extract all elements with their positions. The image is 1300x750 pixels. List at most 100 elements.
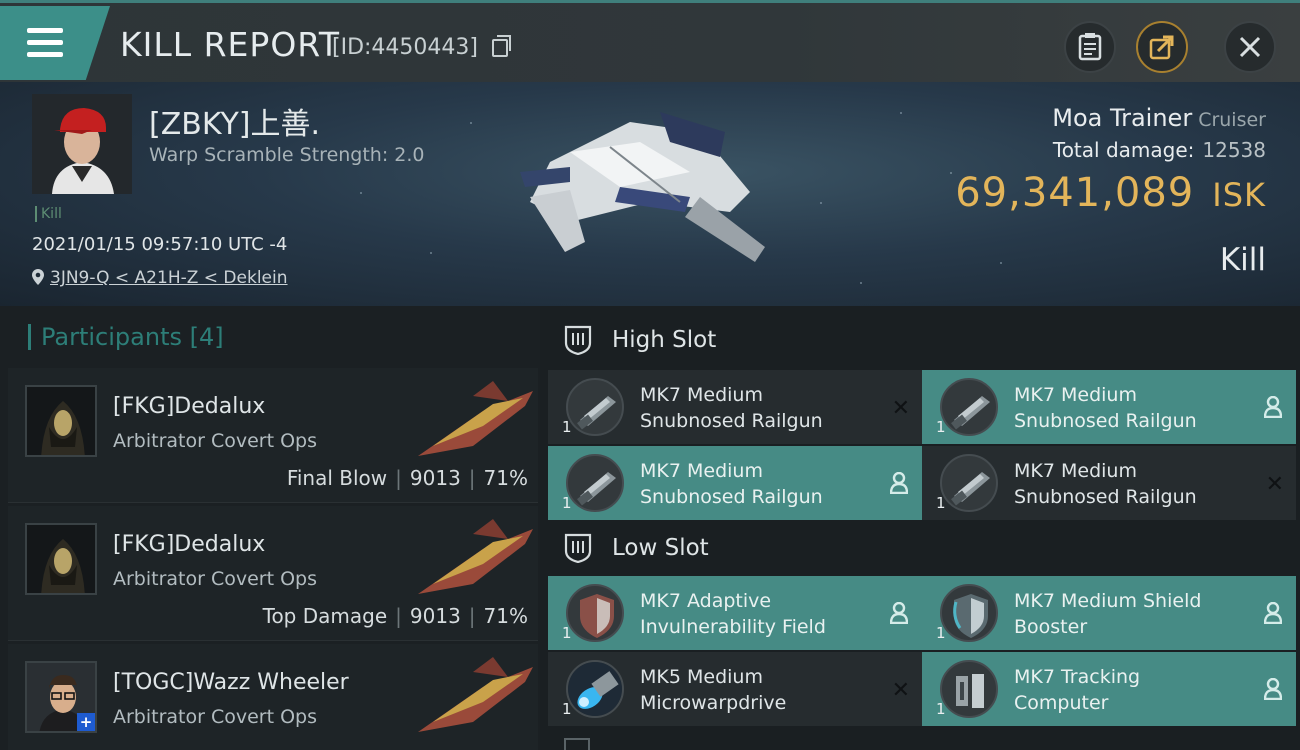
participant-ship: Arbitrator Covert Ops (113, 430, 318, 452)
victim-avatar[interactable] (32, 94, 132, 194)
total-damage-value: 12538 (1202, 138, 1266, 162)
participant-damage: 9013 (409, 604, 461, 628)
isk-unit: ISK (1212, 176, 1266, 214)
participant-ship: Arbitrator Covert Ops (113, 706, 318, 728)
participant-damage: 9013 (409, 466, 461, 490)
module-slot[interactable]: 1 MK5 Medium Microwarpdrive ✕ (548, 652, 922, 726)
location-pin-icon (32, 269, 44, 285)
microwarpdrive-icon (566, 660, 624, 718)
top-bar: KILL REPORT [ID:4450443] (0, 0, 1300, 82)
participant-name: [TOGC]Wazz Wheeler (113, 670, 349, 695)
participant-role: Final Blow (286, 466, 388, 490)
fitting-panel: High Slot 1 MK7 Medium Snubnosed Railgun … (540, 306, 1300, 750)
participant-name: [FKG]Dedalux (113, 394, 266, 419)
module-slot[interactable]: 1 MK7 Medium Snubnosed Railgun (922, 370, 1296, 444)
participant-ship-image (418, 519, 533, 594)
close-button[interactable] (1224, 21, 1276, 73)
participant-avatar: + (25, 661, 97, 733)
module-name-line1: MK7 Adaptive (640, 590, 772, 612)
module-name: MK7 Medium Shield Booster (1014, 588, 1254, 640)
high-slot-icon (564, 325, 592, 355)
participant-row[interactable]: [FKG]Dedalux Arbitrator Covert Ops Top D… (8, 506, 538, 641)
module-name-line2: Computer (1014, 692, 1109, 714)
module-name: MK7 Medium Snubnosed Railgun (1014, 382, 1254, 434)
participant-ship: Arbitrator Covert Ops (113, 568, 318, 590)
isk-value: 69,341,089 ISK (955, 170, 1266, 216)
railgun-icon (566, 378, 624, 436)
participant-stats: Top Damage | 9013 | 71% (262, 604, 528, 628)
module-name-line1: MK7 Medium (1014, 384, 1137, 406)
module-slot[interactable]: 1 MK7 Tracking Computer (922, 652, 1296, 726)
module-quantity: 1 (936, 494, 946, 512)
participant-row[interactable]: + [TOGC]Wazz Wheeler Arbitrator Covert O… (8, 644, 538, 750)
kill-datetime: 2021/01/15 09:57:10 UTC -4 (32, 234, 288, 255)
module-name: MK7 Medium Snubnosed Railgun (1014, 458, 1254, 510)
participant-avatar (25, 523, 97, 595)
kill-result: Kill (1219, 242, 1266, 278)
module-slot[interactable]: 1 MK7 Medium Snubnosed Railgun ✕ (548, 370, 922, 444)
participant-avatar (25, 385, 97, 457)
dropped-person-icon (1264, 678, 1282, 700)
total-damage: Total damage: 12538 (1053, 138, 1266, 162)
module-name: MK7 Adaptive Invulnerability Field (640, 588, 880, 640)
module-quantity: 1 (936, 418, 946, 436)
module-slot[interactable]: 1 MK7 Medium Shield Booster (922, 576, 1296, 650)
share-button[interactable] (1136, 21, 1188, 73)
participant-role: Top Damage (262, 604, 388, 628)
module-name-line1: MK7 Medium (640, 384, 763, 406)
destroyed-icon: ✕ (1265, 472, 1284, 497)
module-quantity: 1 (562, 494, 572, 512)
module-name: MK7 Medium Snubnosed Railgun (640, 382, 880, 434)
page-title: KILL REPORT (120, 25, 340, 64)
participant-ship-image (418, 657, 533, 732)
location-link[interactable]: 3JN9-Q < A21H-Z < Deklein (50, 268, 288, 288)
menu-button[interactable] (0, 6, 110, 80)
ship-class: Cruiser (1198, 109, 1266, 131)
module-slot[interactable]: 1 MK7 Medium Snubnosed Railgun (548, 446, 922, 520)
high-slot-title: High Slot (612, 327, 717, 353)
module-name-line2: Booster (1014, 616, 1088, 638)
victim-name[interactable]: [ZBKY]上善. (149, 99, 320, 143)
participant-percent: 71% (483, 466, 528, 490)
copy-icon[interactable] (492, 35, 511, 57)
participant-ship-image (418, 381, 533, 456)
destroyed-icon: ✕ (891, 396, 910, 421)
module-name-line2: Snubnosed Railgun (1014, 410, 1197, 432)
module-quantity: 1 (562, 418, 572, 436)
kill-report-screen: KILL REPORT [ID:4450443] [ZBKY]上善. Warp … (0, 0, 1300, 750)
module-quantity: 1 (936, 624, 946, 642)
victim-ship-name[interactable]: Moa Trainer Cruiser (1052, 104, 1266, 132)
participant-stats: Final Blow | 9013 | 71% (286, 466, 528, 490)
low-slot-header: Low Slot (548, 518, 1300, 578)
report-button[interactable] (1064, 21, 1116, 73)
victim-header: [ZBKY]上善. Warp Scramble Strength: 2.0 Ki… (0, 82, 1300, 306)
dropped-person-icon (890, 602, 908, 624)
module-name-line1: MK7 Medium Shield (1014, 590, 1202, 612)
participant-row[interactable]: [FKG]Dedalux Arbitrator Covert Ops Final… (8, 368, 538, 503)
module-slot[interactable]: 1 MK7 Adaptive Invulnerability Field (548, 576, 922, 650)
module-quantity: 1 (562, 700, 572, 718)
high-slot-header: High Slot (548, 310, 1300, 370)
next-slot-icon (564, 738, 590, 750)
railgun-icon (566, 454, 624, 512)
dropped-person-icon (1264, 396, 1282, 418)
module-name: MK7 Medium Snubnosed Railgun (640, 458, 880, 510)
destroyed-icon: ✕ (891, 678, 910, 703)
module-name-line1: MK7 Medium (640, 460, 763, 482)
isk-amount: 69,341,089 (955, 170, 1195, 216)
kill-location[interactable]: 3JN9-Q < A21H-Z < Deklein (32, 268, 288, 288)
participant-name: [FKG]Dedalux (113, 532, 266, 557)
dropped-person-icon (890, 472, 908, 494)
module-name: MK7 Tracking Computer (1014, 664, 1254, 716)
share-icon (1149, 35, 1174, 60)
close-icon (1239, 36, 1261, 58)
module-name-line2: Microwarpdrive (640, 692, 787, 714)
clipboard-icon (1078, 33, 1102, 61)
kill-tag: Kill (35, 206, 62, 222)
shield-booster-icon (940, 584, 998, 642)
warp-scramble-strength: Warp Scramble Strength: 2.0 (149, 144, 425, 166)
module-name-line2: Snubnosed Railgun (640, 410, 823, 432)
module-slot[interactable]: 1 MK7 Medium Snubnosed Railgun ✕ (922, 446, 1296, 520)
hamburger-icon (27, 28, 63, 58)
participant-percent: 71% (483, 604, 528, 628)
